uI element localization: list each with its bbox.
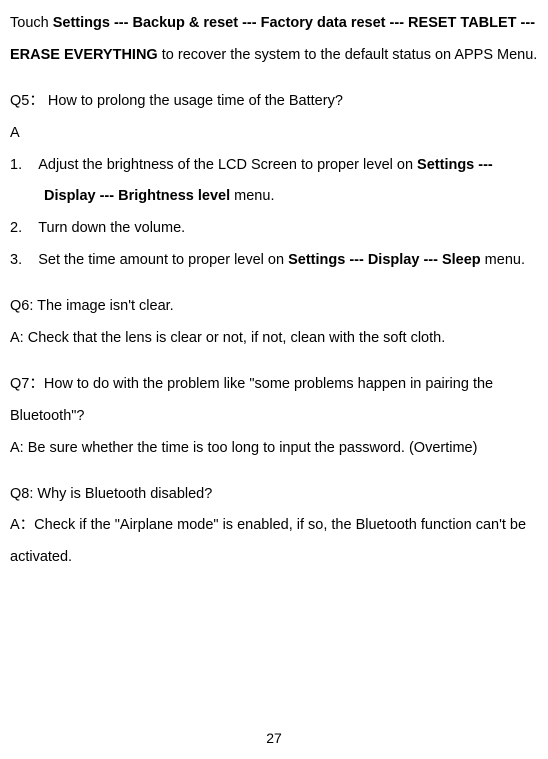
q7-question: Q7：How to do with the problem like "some… xyxy=(10,369,538,433)
q8-answer: A：Check if the "Airplane mode" is enable… xyxy=(10,510,538,574)
item-after: menu. xyxy=(481,252,525,268)
document-page: Touch Settings --- Backup & reset --- Fa… xyxy=(8,8,540,574)
q5-list: 1. Adjust the brightness of the LCD Scre… xyxy=(10,150,538,278)
intro-prefix: Touch xyxy=(10,15,53,31)
item-text: Set the time amount to proper level on xyxy=(38,252,288,268)
q7-answer: A: Be sure whether the time is too long … xyxy=(10,433,538,465)
list-item: 1. Adjust the brightness of the LCD Scre… xyxy=(10,150,538,214)
item-after: menu. xyxy=(230,188,274,204)
item-num: 1. xyxy=(10,157,22,173)
q6-question: Q6: The image isn't clear. xyxy=(10,291,538,323)
q8-question: Q8: Why is Bluetooth disabled? xyxy=(10,479,538,511)
item-bold: Settings --- Display --- Sleep xyxy=(288,252,481,268)
item-text: Adjust the brightness of the LCD Screen … xyxy=(38,157,417,173)
item-num: 3. xyxy=(10,252,22,268)
q5-question: Q5： How to prolong the usage time of the… xyxy=(10,86,538,118)
list-item: 2. Turn down the volume. xyxy=(10,213,538,245)
page-number: 27 xyxy=(0,731,548,745)
item-num: 2. xyxy=(10,220,22,236)
q5-answer-label: A xyxy=(10,118,538,150)
list-item: 3. Set the time amount to proper level o… xyxy=(10,245,538,277)
intro-paragraph: Touch Settings --- Backup & reset --- Fa… xyxy=(10,8,538,72)
q6-answer: A: Check that the lens is clear or not, … xyxy=(10,323,538,355)
intro-suffix: to recover the system to the default sta… xyxy=(158,47,538,63)
item-text: Turn down the volume. xyxy=(38,220,185,236)
